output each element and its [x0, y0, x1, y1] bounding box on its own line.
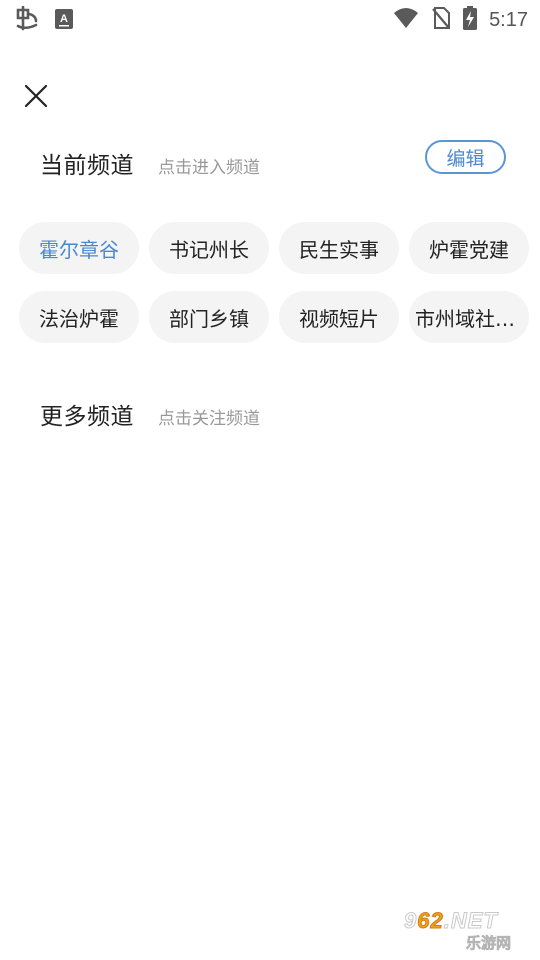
watermark-line1-accent: 62 [417, 908, 444, 934]
status-bar: A 5:17 [0, 0, 540, 38]
channel-chip[interactable]: 霍尔章谷 [19, 222, 139, 274]
edit-button[interactable]: 编辑 [425, 140, 506, 174]
more-channels-subtitle: 点击关注频道 [158, 409, 260, 429]
app-logo-icon [14, 5, 40, 36]
channel-chip[interactable]: 部门乡镇 [149, 291, 269, 343]
channel-chip-label: 民生实事 [299, 237, 379, 262]
close-button[interactable] [18, 78, 54, 114]
wifi-icon [393, 7, 419, 33]
channel-chip[interactable]: 炉霍党建 [409, 222, 529, 274]
channel-chip-label: 部门乡镇 [169, 306, 249, 331]
channel-chip[interactable]: 法治炉霍 [19, 291, 139, 343]
channel-chip[interactable]: 视频短片 [279, 291, 399, 343]
battery-charging-icon [463, 6, 478, 34]
status-bar-left: A [14, 5, 74, 36]
no-sim-icon [431, 6, 451, 34]
current-channels-grid: 霍尔章谷 书记州长 民生实事 炉霍党建 法治炉霍 部门乡镇 视频短片 市州域社会… [19, 222, 529, 343]
svg-text:A: A [60, 13, 68, 25]
current-channels-header: 当前频道 点击进入频道 [40, 146, 260, 180]
watermark-line1-prefix: 9 [403, 908, 418, 934]
channel-chip-label: 法治炉霍 [39, 306, 119, 331]
current-channels-subtitle: 点击进入频道 [158, 158, 260, 178]
watermark-line1-suffix: .NET [443, 908, 498, 934]
channel-chip-label: 市州域社会… [415, 306, 523, 331]
channel-chip-label: 炉霍党建 [429, 237, 509, 262]
status-time: 5:17 [489, 9, 528, 31]
more-channels-header: 更多频道 点击关注频道 [40, 397, 260, 431]
current-channels-title: 当前频道 [40, 153, 134, 179]
more-channels-title: 更多频道 [40, 404, 134, 430]
watermark-line2: 乐游网 [466, 934, 512, 953]
channel-chip[interactable]: 市州域社会… [409, 291, 529, 343]
watermark-logo: 962.NET 乐游网 [403, 908, 532, 954]
channel-chip-label: 书记州长 [169, 237, 249, 262]
watermark-line1: 962.NET [403, 908, 498, 934]
close-icon [24, 84, 48, 108]
channel-chip[interactable]: 民生实事 [279, 222, 399, 274]
channel-chip[interactable]: 书记州长 [149, 222, 269, 274]
channel-chip-label: 视频短片 [299, 306, 379, 331]
channel-chip-label: 霍尔章谷 [39, 237, 119, 262]
keyboard-a-icon: A [54, 8, 74, 34]
status-bar-right: 5:17 [393, 6, 528, 34]
